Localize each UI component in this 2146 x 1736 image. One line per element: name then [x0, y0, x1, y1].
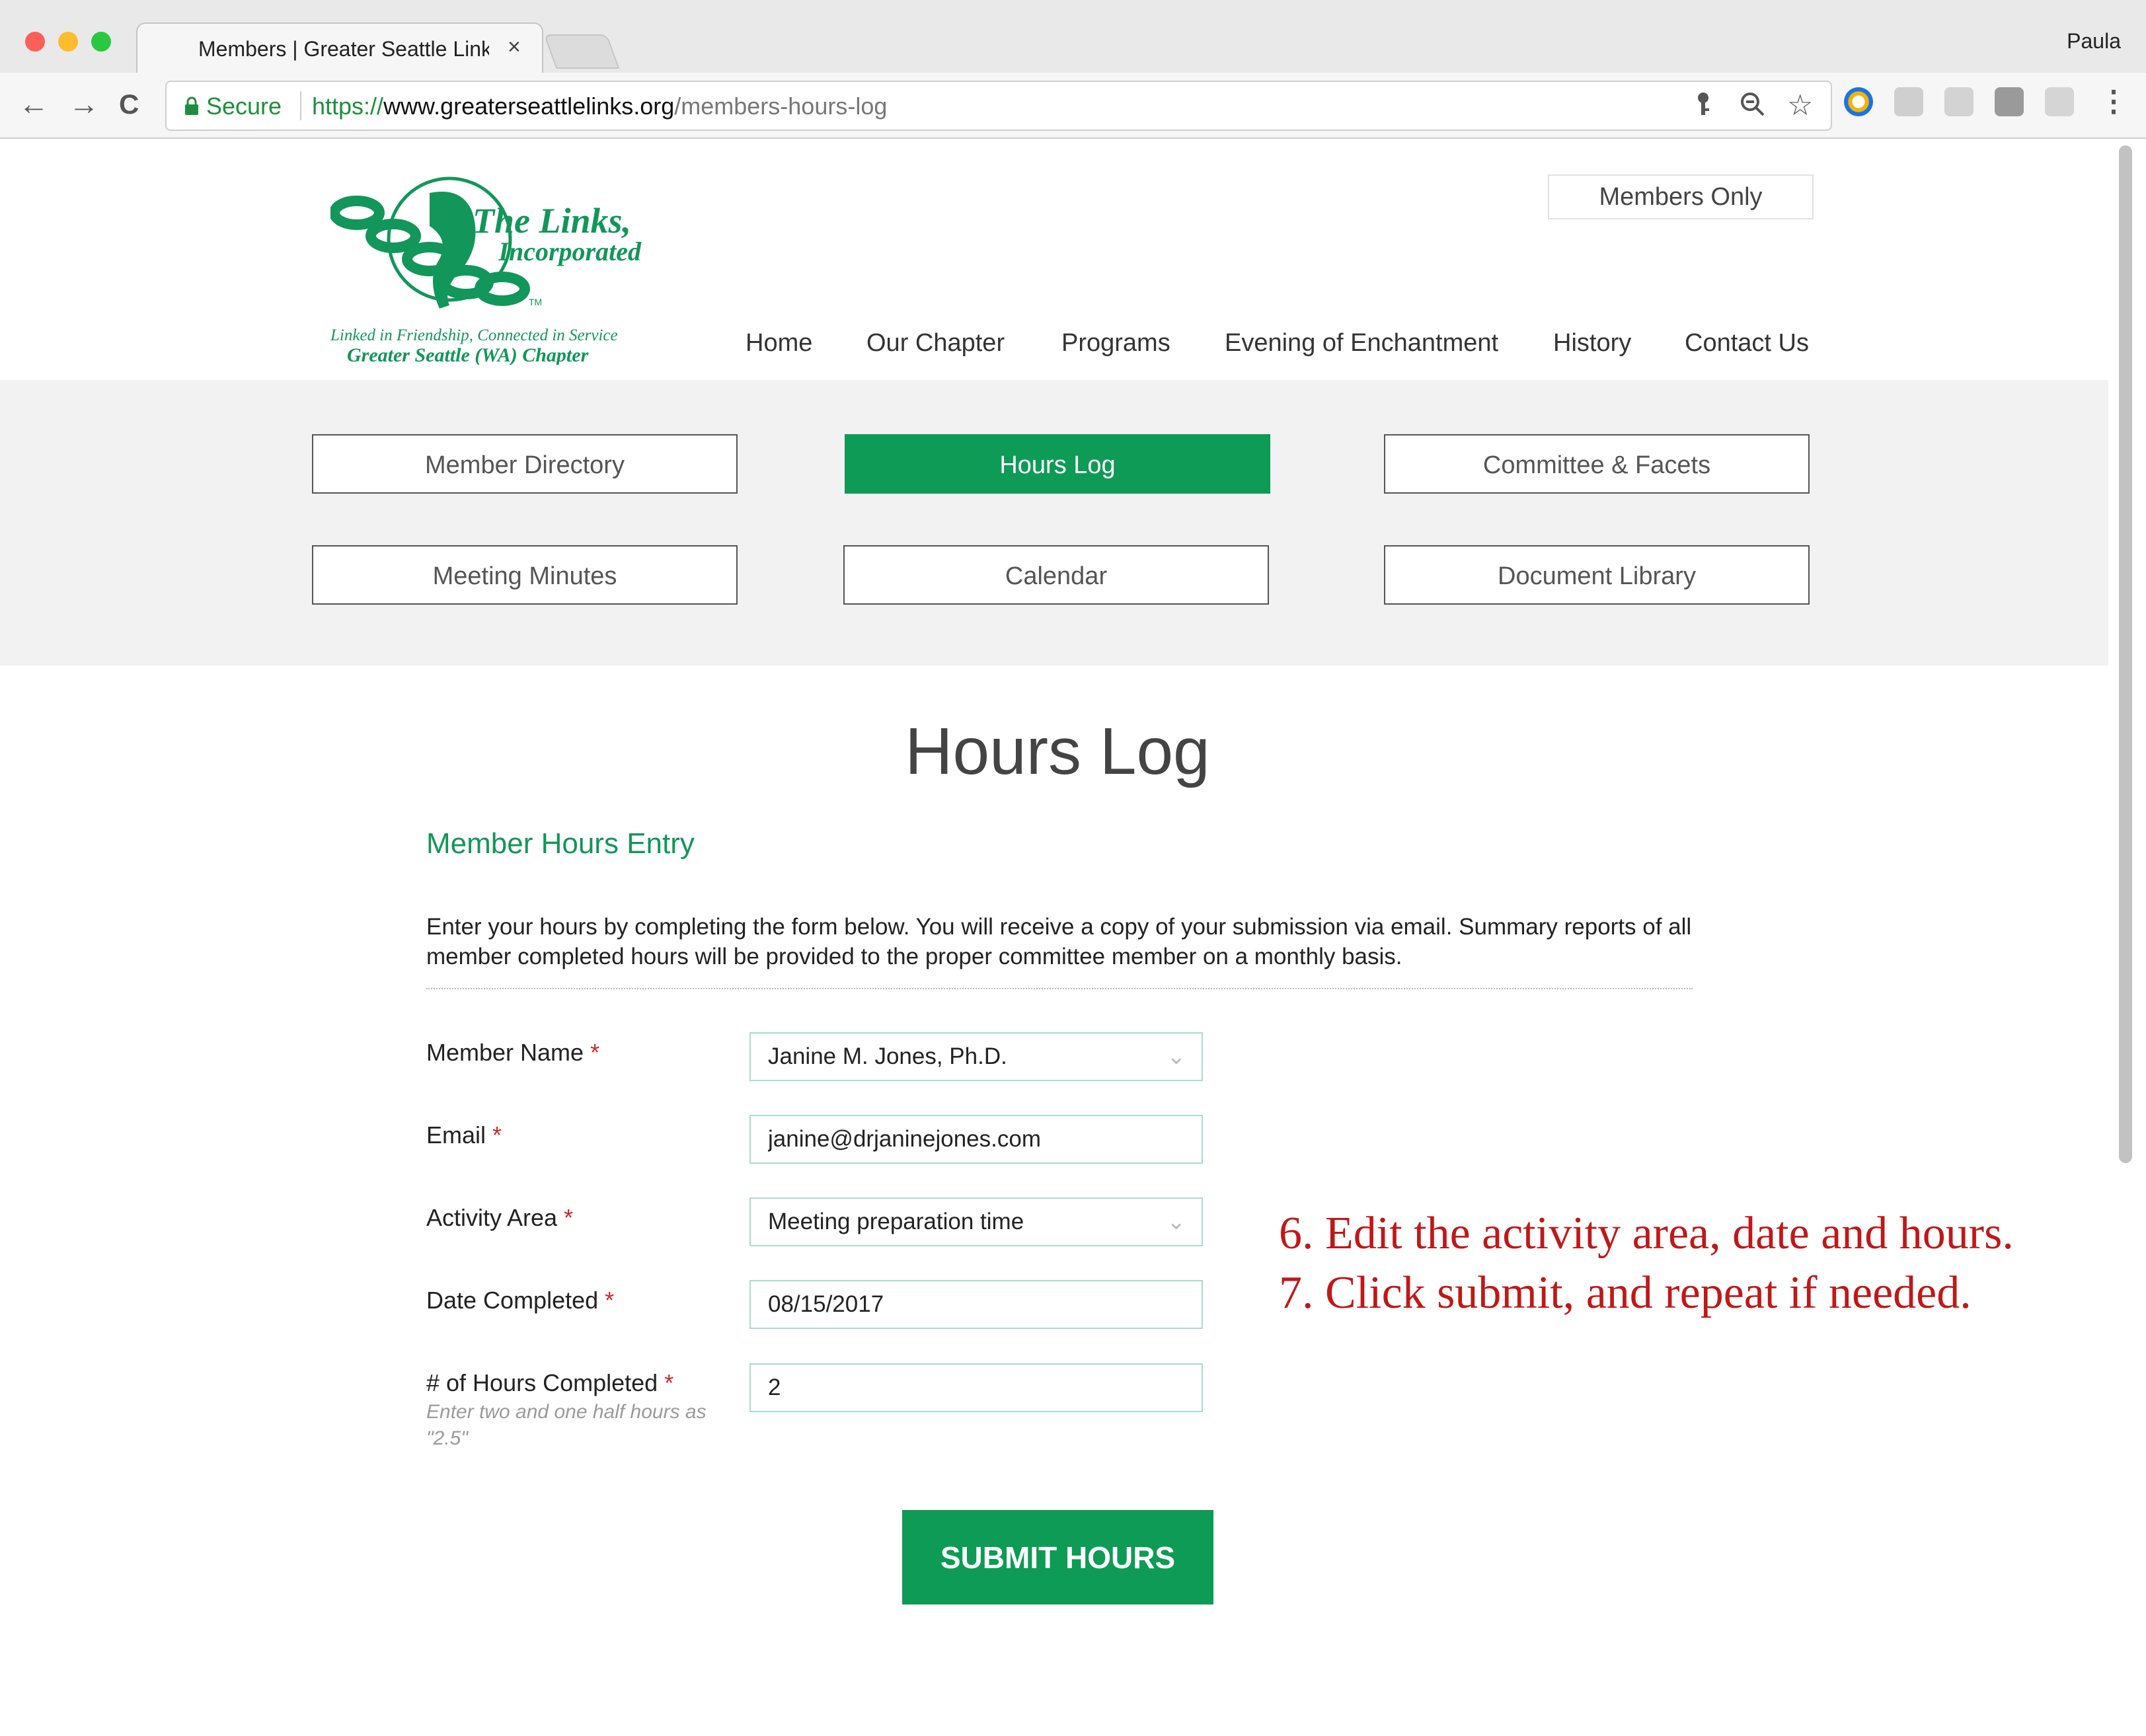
required-asterisk: *	[664, 1369, 674, 1396]
hours-hint: Enter two and one half hours as "2.5"	[426, 1401, 707, 1449]
hours-log-button[interactable]: Hours Log	[845, 434, 1270, 494]
activity-area-label-text: Activity Area	[426, 1204, 558, 1231]
extension-box-icon[interactable]	[1995, 87, 2024, 116]
member-name-value: Janine M. Jones, Ph.D.	[768, 1043, 1007, 1069]
scrollbar-thumb[interactable]	[2119, 145, 2132, 1163]
required-asterisk: *	[564, 1204, 574, 1231]
date-completed-input[interactable]	[749, 1280, 1203, 1329]
calendar-button[interactable]: Calendar	[843, 545, 1269, 605]
activity-area-select[interactable]: Meeting preparation time ⌄	[749, 1197, 1203, 1246]
nav-our-chapter[interactable]: Our Chapter	[866, 329, 1005, 358]
url-host: www.greaterseattlelinks.org	[383, 93, 675, 120]
date-completed-label: Date Completed *	[426, 1287, 614, 1314]
annotation-line-2: 7. Click submit, and repeat if needed.	[1279, 1267, 1972, 1318]
url-text[interactable]: https://www.greaterseattlelinks.org/memb…	[312, 93, 887, 120]
omnibox-divider	[300, 91, 301, 120]
tab-close-icon[interactable]: ×	[508, 34, 521, 60]
logo-org-name-line1: The Links,	[473, 201, 631, 241]
url-path: /members-hours-log	[674, 93, 888, 120]
secure-indicator: Secure	[184, 93, 282, 120]
hours-completed-input[interactable]	[749, 1363, 1203, 1412]
secure-label: Secure	[206, 93, 282, 120]
member-name-select[interactable]: Janine M. Jones, Ph.D. ⌄	[749, 1032, 1203, 1081]
nav-evening-of-enchantment[interactable]: Evening of Enchantment	[1225, 329, 1498, 358]
window-titlebar: Members | Greater Seattle Links × Paula	[0, 0, 2146, 75]
extension-chrome-icon[interactable]	[1844, 87, 1873, 116]
submit-hours-button[interactable]: SUBMIT HOURS	[902, 1510, 1213, 1604]
new-tab-button[interactable]	[543, 34, 620, 69]
date-completed-label-text: Date Completed	[426, 1287, 599, 1314]
activity-area-label: Activity Area *	[426, 1204, 573, 1232]
zoom-out-icon[interactable]	[1740, 91, 1766, 124]
logo-org-name-line2: Incorporated	[498, 237, 642, 266]
required-asterisk: *	[492, 1121, 502, 1149]
reload-icon[interactable]: C	[119, 89, 139, 120]
email-label-text: Email	[426, 1121, 486, 1149]
key-icon[interactable]	[1693, 91, 1713, 124]
logo-tagline: Linked in Friendship, Connected in Servi…	[330, 326, 618, 344]
members-only-button[interactable]: Members Only	[1548, 174, 1814, 219]
browser-toolbar: ← → C Secure https://www.greaterseattlel…	[0, 73, 2146, 139]
profile-name[interactable]: Paula	[2067, 29, 2121, 54]
extension-dropbox-icon[interactable]	[1944, 87, 1974, 116]
member-subnav	[0, 380, 2108, 665]
required-asterisk: *	[605, 1287, 615, 1314]
nav-history[interactable]: History	[1553, 329, 1631, 358]
tab-title: Members | Greater Seattle Links	[198, 37, 489, 61]
page-title: Hours Log	[905, 714, 1210, 788]
logo-chapter: Greater Seattle (WA) Chapter	[347, 344, 589, 365]
links-logo-icon: TM The Links, Incorporated Linked in Fri…	[329, 176, 642, 366]
member-directory-button[interactable]: Member Directory	[312, 434, 738, 494]
nav-home[interactable]: Home	[746, 329, 812, 358]
hours-completed-label: # of Hours Completed *	[426, 1369, 673, 1397]
dotted-divider	[426, 988, 1693, 989]
menu-dots-icon[interactable]: ⋮	[2099, 85, 2128, 118]
close-window-button[interactable]	[25, 32, 45, 52]
member-name-label: Member Name *	[426, 1039, 599, 1067]
address-bar[interactable]: Secure https://www.greaterseattlelinks.o…	[165, 81, 1832, 131]
forward-arrow-icon[interactable]: →	[69, 86, 99, 122]
chevron-down-icon: ⌄	[1167, 1209, 1186, 1234]
tutorial-annotation: 6. Edit the activity area, date and hour…	[1279, 1204, 2014, 1323]
logo-tm: TM	[529, 297, 542, 307]
chevron-down-icon: ⌄	[1167, 1044, 1186, 1069]
back-arrow-icon[interactable]: ←	[19, 86, 49, 122]
document-library-button[interactable]: Document Library	[1384, 545, 1810, 605]
site-logo[interactable]: TM The Links, Incorporated Linked in Fri…	[329, 173, 648, 366]
bookmark-star-icon[interactable]: ☆	[1787, 89, 1813, 122]
intro-text: Enter your hours by completing the form …	[426, 914, 1692, 969]
email-input[interactable]	[749, 1115, 1203, 1164]
section-title: Member Hours Entry	[426, 827, 695, 860]
browser-tab[interactable]: Members | Greater Seattle Links ×	[136, 22, 543, 75]
hours-completed-label-text: # of Hours Completed	[426, 1369, 658, 1396]
meeting-minutes-button[interactable]: Meeting Minutes	[312, 545, 738, 605]
lock-icon	[185, 96, 198, 115]
url-protocol: https://	[312, 93, 384, 120]
nav-contact-us[interactable]: Contact Us	[1685, 329, 1809, 358]
nav-programs[interactable]: Programs	[1061, 329, 1170, 358]
extension-drive-icon[interactable]	[1894, 87, 1923, 116]
required-asterisk: *	[590, 1039, 600, 1066]
annotation-line-1: 6. Edit the activity area, date and hour…	[1279, 1208, 2014, 1259]
committee-facets-button[interactable]: Committee & Facets	[1384, 434, 1810, 494]
email-label: Email *	[426, 1121, 502, 1149]
member-name-label-text: Member Name	[426, 1039, 584, 1066]
extension-g-icon[interactable]	[2045, 87, 2074, 116]
minimize-window-button[interactable]	[58, 32, 78, 52]
maximize-window-button[interactable]	[91, 32, 111, 52]
activity-area-value: Meeting preparation time	[768, 1209, 1024, 1234]
